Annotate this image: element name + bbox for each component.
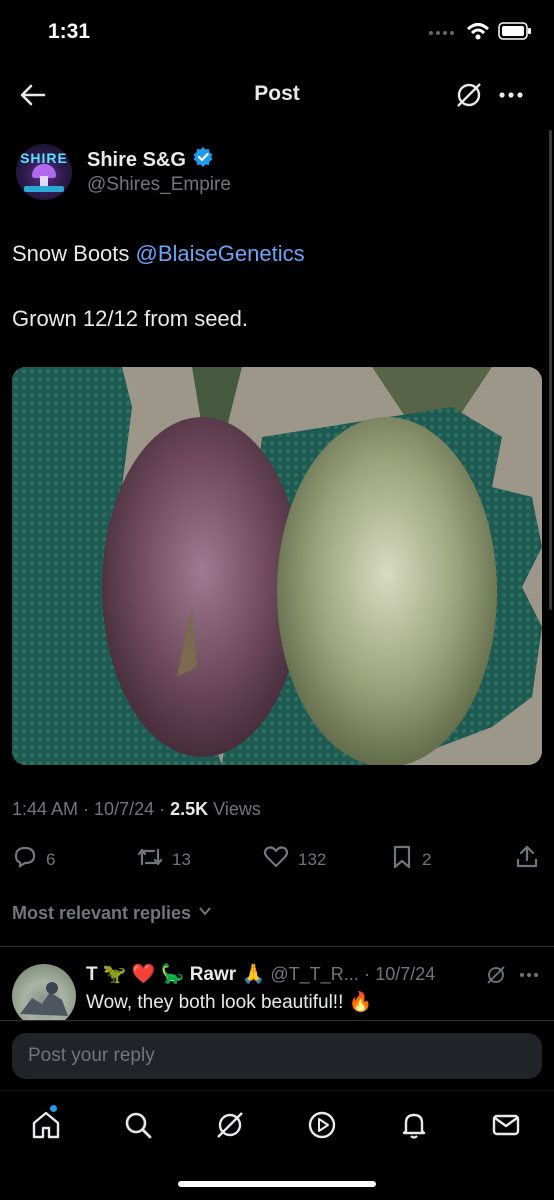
like-count: 132	[298, 849, 327, 869]
reply-composer	[0, 1020, 554, 1090]
avatar[interactable]: SHIRE	[16, 144, 72, 200]
reply-date: 10/7/24	[375, 964, 436, 984]
reply-author-name[interactable]: T 🦖 ❤️ 🦕 Rawr 🙏	[86, 964, 265, 985]
author-name[interactable]: Shire S&G	[87, 146, 214, 174]
signal-icon	[428, 25, 458, 43]
like-button[interactable]: 132	[262, 844, 326, 875]
post-author: SHIRE Shire S&G @Shires_Empire	[14, 142, 534, 206]
post-text: Snow Boots @BlaiseGenetics	[12, 240, 532, 268]
author-handle[interactable]: @Shires_Empire	[87, 174, 231, 196]
tab-home[interactable]	[30, 1105, 62, 1141]
tab-search[interactable]	[122, 1109, 154, 1141]
reply-item[interactable]: T 🦖 ❤️ 🦕 Rawr 🙏 @T_T_R... · 10/7/24 Wow,…	[0, 956, 554, 1028]
repost-icon	[136, 844, 164, 875]
wifi-icon	[466, 22, 490, 45]
tab-video[interactable]	[306, 1109, 338, 1141]
mention-link[interactable]: @BlaiseGenetics	[136, 241, 305, 266]
home-indicator	[178, 1181, 376, 1187]
post-text-line2: Grown 12/12 from seed.	[12, 306, 249, 331]
grok-icon	[214, 1112, 246, 1145]
search-icon	[122, 1112, 154, 1145]
notification-dot	[50, 1105, 57, 1112]
replies-filter[interactable]: Most relevant replies	[12, 903, 213, 924]
reply-input[interactable]	[12, 1033, 542, 1079]
post-text-prefix: Snow Boots	[12, 241, 136, 266]
more-icon[interactable]	[518, 964, 540, 986]
tab-notifications[interactable]	[398, 1109, 430, 1141]
grok-icon[interactable]	[485, 964, 507, 986]
views-count: 2.5K	[170, 799, 209, 819]
mail-icon	[490, 1114, 522, 1145]
post-image[interactable]	[12, 367, 542, 765]
status-bar: 1:31	[0, 0, 554, 66]
divider	[0, 946, 554, 947]
post-date: 10/7/24	[94, 799, 155, 819]
reply-count: 6	[46, 849, 56, 869]
status-time: 1:31	[48, 20, 91, 43]
share-button[interactable]	[514, 844, 540, 875]
post-actions: 6 13 132 2	[0, 840, 554, 876]
scrollbar[interactable]	[549, 130, 552, 610]
status-icons	[428, 22, 532, 45]
avatar[interactable]	[12, 964, 76, 1028]
verified-badge-icon	[192, 146, 214, 174]
grok-icon[interactable]	[454, 80, 484, 110]
reply-text: Wow, they both look beautiful!! 🔥	[86, 992, 373, 1013]
reply-handle[interactable]: @T_T_R...	[270, 964, 358, 984]
reply-author-name-end[interactable]: Rawr	[190, 964, 236, 985]
author-name-text[interactable]: Shire S&G	[87, 149, 186, 172]
repost-count: 13	[172, 849, 191, 869]
replies-filter-label: Most relevant replies	[12, 903, 192, 923]
more-icon[interactable]	[496, 80, 526, 110]
reply-button[interactable]: 6	[12, 844, 55, 875]
reply-separator: ·	[363, 964, 370, 984]
reply-author-name-start[interactable]: T	[86, 964, 98, 985]
play-icon	[306, 1111, 338, 1145]
battery-icon	[498, 22, 532, 45]
reply-author-emoji-end: 🙏	[241, 964, 266, 985]
tab-grok[interactable]	[214, 1109, 246, 1141]
home-icon	[30, 1111, 62, 1145]
post-time: 1:44 AM	[12, 799, 79, 819]
like-icon	[262, 844, 290, 875]
chevron-down-icon	[197, 903, 213, 924]
bookmark-button[interactable]: 2	[390, 844, 431, 875]
top-nav: Post	[0, 66, 554, 124]
reply-author-emojis: 🦖 ❤️ 🦕	[102, 964, 185, 985]
bell-icon	[398, 1113, 430, 1145]
share-icon	[514, 844, 540, 875]
repost-button[interactable]: 13	[136, 844, 191, 875]
views-label: Views	[213, 799, 261, 819]
logo-band	[24, 186, 64, 192]
tab-messages[interactable]	[490, 1109, 522, 1141]
bookmark-count: 2	[422, 849, 432, 869]
reply-icon	[12, 844, 38, 875]
reply-header: T 🦖 ❤️ 🦕 Rawr 🙏 @T_T_R... · 10/7/24	[86, 962, 435, 986]
post-meta: 1:44 AM · 10/7/24 · 2.5K Views	[12, 799, 261, 819]
bookmark-icon	[390, 844, 414, 875]
